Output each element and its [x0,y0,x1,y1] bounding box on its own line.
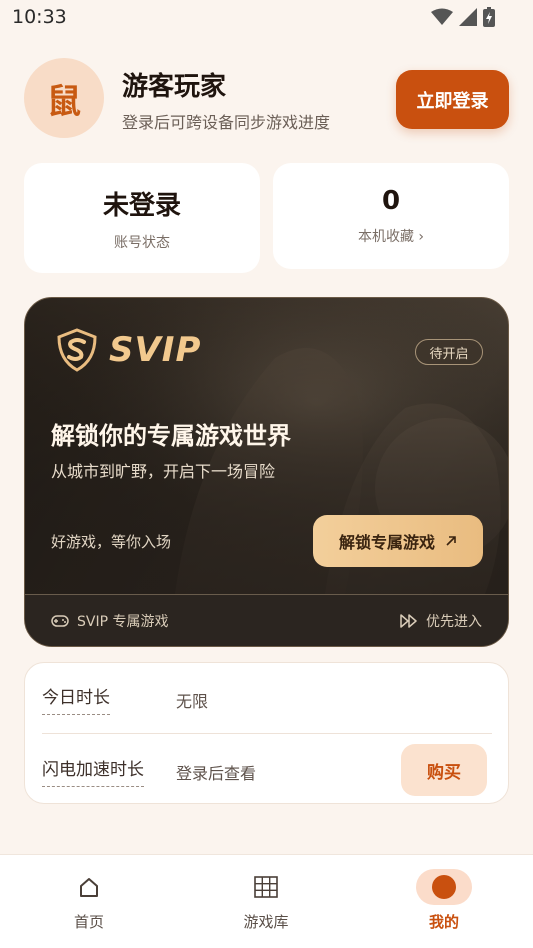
unlock-exclusive-games-button[interactable]: 解锁专属游戏 [313,515,483,567]
buy-button[interactable]: 购买 [401,744,487,796]
nav-home-label: 首页 [73,913,104,931]
today-duration-label: 今日时长 [42,683,110,715]
status-bar: 10:33 [0,0,533,36]
avatar[interactable]: 鼠 [24,58,104,138]
profile-name: 游客玩家 [122,72,227,102]
fast-forward-icon [400,614,417,628]
svip-subtitle: 从城市到旷野，开启下一场冒险 [51,462,276,481]
account-status-card: 未登录 账号状态 [24,163,260,273]
svip-footer: SVIP 专属游戏 优先进入 [25,594,508,646]
account-status-label: 账号状态 [114,234,170,251]
unlock-button-label: 解锁专属游戏 [338,533,435,552]
home-icon [80,878,98,897]
nav-home-icon-wrap [61,869,117,905]
favorites-label: 本机收藏 › [357,229,425,245]
today-duration-value: 无限 [176,692,209,711]
nav-mine-icon-wrap [416,869,472,905]
nav-library-icon-wrap [238,869,294,905]
svip-logo: SVIP [55,328,201,372]
nav-item-game-library[interactable]: 游戏库 [206,855,326,948]
login-button[interactable]: 立即登录 [396,70,509,129]
row-divider [42,733,492,734]
grid-icon [254,876,278,898]
play-time-card: 今日时长 无限 闪电加速时长 登录后查看 购买 [24,662,509,804]
svip-title: 解锁你的专属游戏世界 [51,422,291,450]
bottom-nav: 首页 游戏库 我的 [0,854,533,948]
favorites-card[interactable]: 0 本机收藏 › [273,163,509,269]
profile-dot-icon [432,875,456,899]
status-time: 10:33 [12,6,67,28]
svip-hint: 好游戏，等你入场 [51,533,172,551]
lightning-boost-duration-value: 登录后查看 [176,764,257,783]
battery-icon [483,7,495,27]
favorites-count: 0 [381,186,401,216]
account-status-value: 未登录 [102,190,181,221]
nav-library-label: 游戏库 [243,913,289,931]
profile-subtitle: 登录后可跨设备同步游戏进度 [122,113,331,132]
priority-entry-item: 优先进入 [400,611,482,631]
gamepad-icon [51,615,69,627]
signal-icon [459,8,477,26]
lightning-boost-duration-label: 闪电加速时长 [42,755,144,787]
svip-card: SVIP 待开启 解锁你的专属游戏世界 从城市到旷野，开启下一场冒险 好游戏，等… [24,297,509,647]
svip-exclusive-games-label: SVIP 专属游戏 [77,614,169,630]
svip-status-badge: 待开启 [415,339,483,365]
nav-item-mine[interactable]: 我的 [384,855,504,948]
status-icons [431,7,495,27]
arrow-up-right-icon [446,536,456,546]
svip-exclusive-games-item: SVIP 专属游戏 [51,611,169,631]
wifi-icon [431,8,453,25]
avatar-glyph: 鼠 [47,81,81,122]
nav-item-home[interactable]: 首页 [29,855,149,948]
nav-mine-label: 我的 [428,913,459,931]
priority-entry-label: 优先进入 [426,614,482,630]
shield-s-icon [57,328,97,372]
svip-logo-text: SVIP [109,330,202,370]
